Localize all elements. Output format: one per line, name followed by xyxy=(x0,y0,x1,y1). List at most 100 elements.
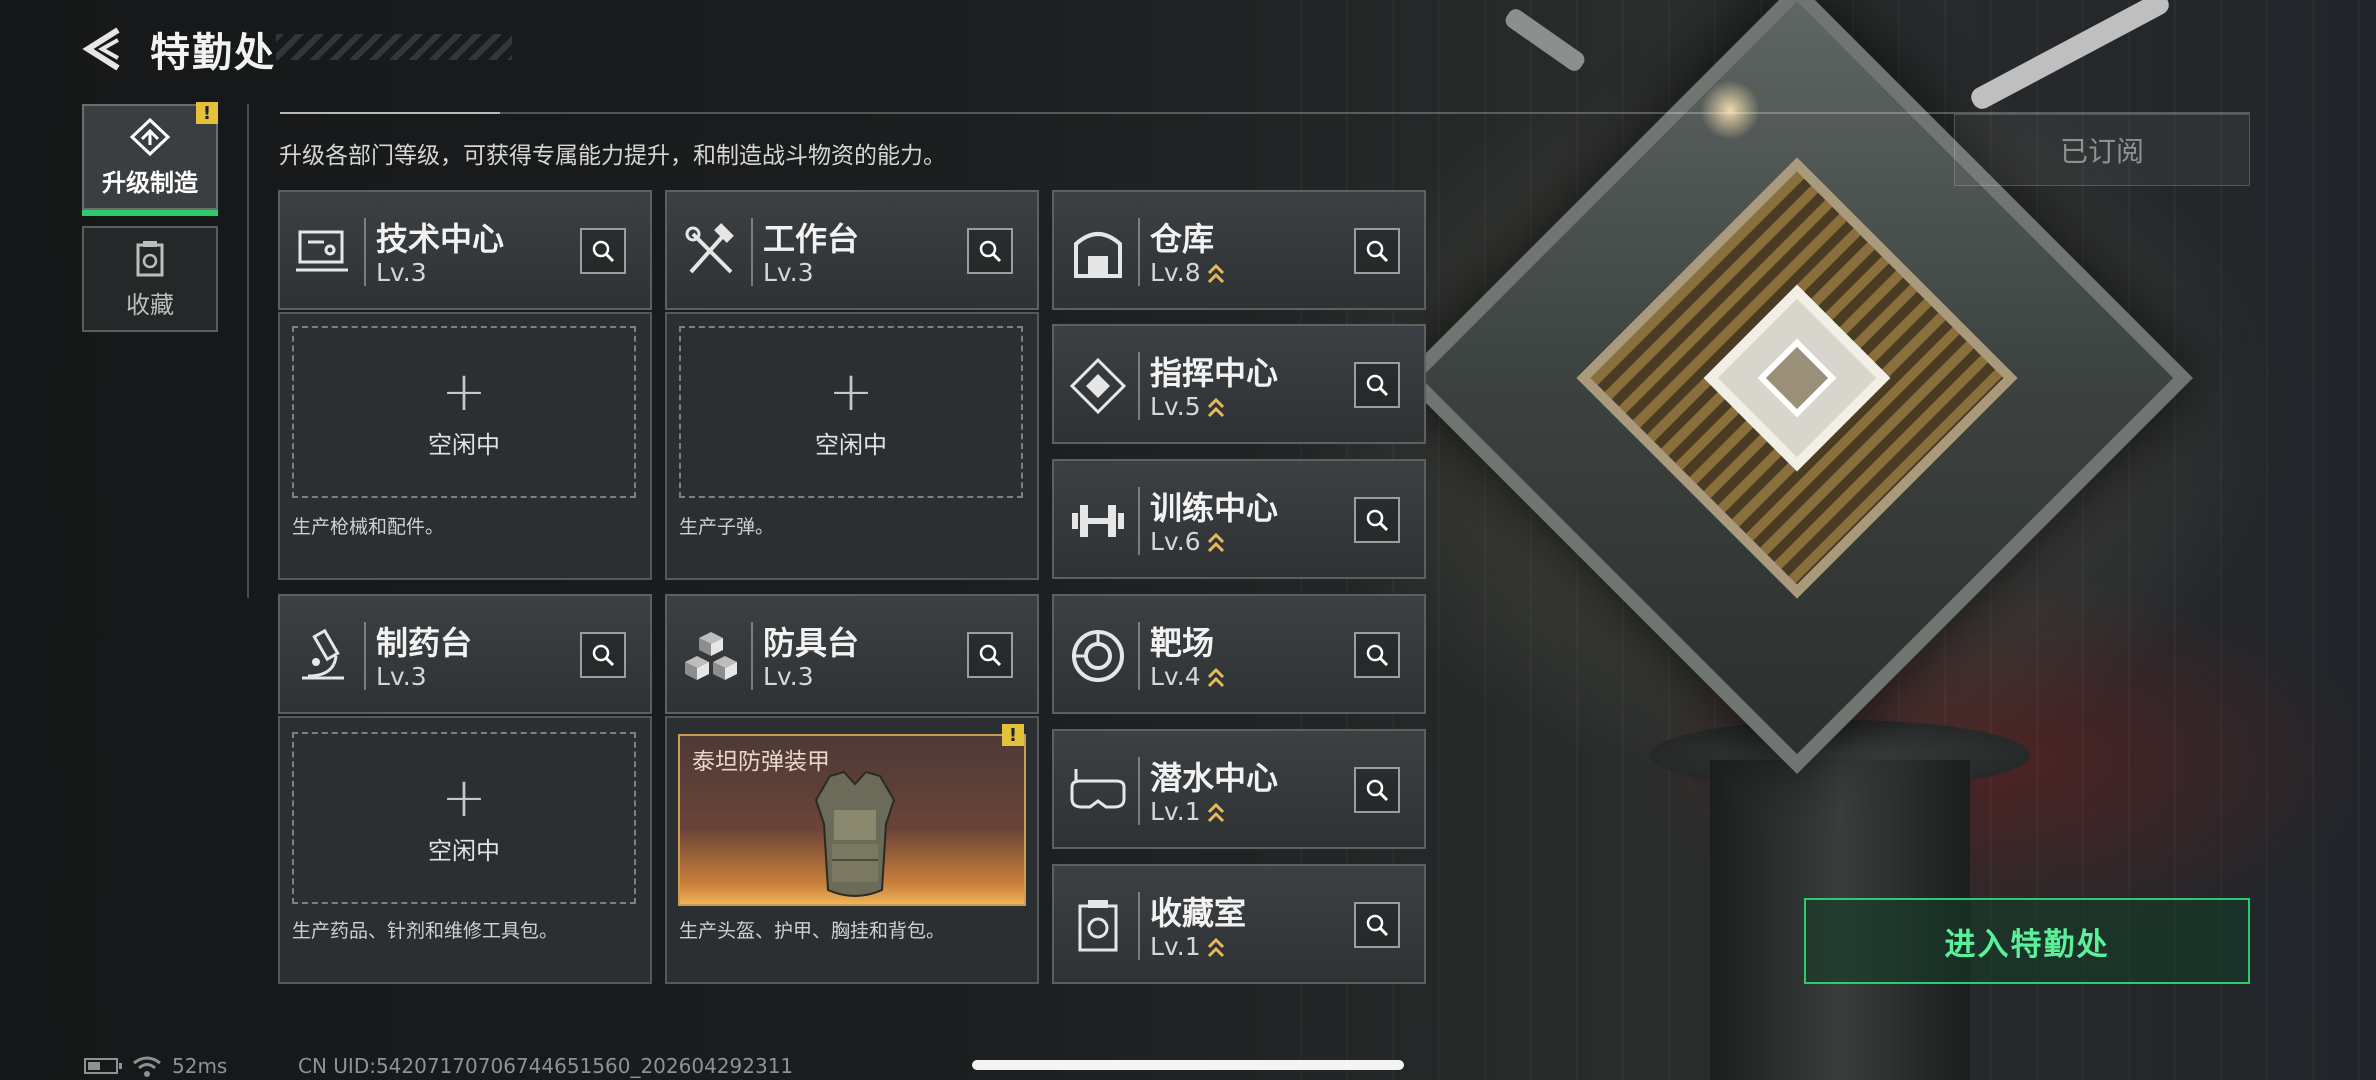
inspect-button[interactable] xyxy=(1354,362,1400,408)
inspect-button[interactable] xyxy=(580,632,626,678)
search-icon xyxy=(979,240,1002,263)
facility-name: 仓库 xyxy=(1150,220,1215,258)
production-slot-empty[interactable]: + 空闲中 xyxy=(679,326,1023,498)
facility-card-shooting-range[interactable]: 靶场 Lv.4 xyxy=(1052,594,1426,714)
facility-level: Lv.3 xyxy=(376,258,427,287)
collection-room-icon xyxy=(1078,900,1118,952)
upgrade-available-icon xyxy=(1207,532,1224,553)
facility-level-row: Lv.5 xyxy=(1150,392,1225,421)
inspect-button[interactable] xyxy=(1354,228,1400,274)
facility-name: 技术中心 xyxy=(376,220,505,258)
ping-value: 52ms xyxy=(172,1054,228,1078)
dumbbell-icon xyxy=(1072,505,1124,537)
slot-status: 空闲中 xyxy=(815,430,887,459)
facility-level: Lv.6 xyxy=(1150,527,1201,556)
inspect-button[interactable] xyxy=(1354,497,1400,543)
facility-level: Lv.5 xyxy=(1150,392,1201,421)
microscope-icon xyxy=(302,628,344,680)
alert-badge: ! xyxy=(196,102,218,124)
add-icon: + xyxy=(828,359,874,423)
facility-card-command-center[interactable]: 指挥中心 Lv.5 xyxy=(1052,324,1426,444)
facility-level: Lv.4 xyxy=(1150,662,1201,691)
slot-status: 空闲中 xyxy=(428,430,500,459)
tab-collection[interactable]: 收藏 xyxy=(82,226,218,332)
inspect-button[interactable] xyxy=(967,632,1013,678)
battery-icon xyxy=(84,1058,122,1074)
facility-card-training-center[interactable]: 训练中心 Lv.6 xyxy=(1052,459,1426,579)
upgrade-available-icon xyxy=(1207,802,1224,823)
facility-name: 潜水中心 xyxy=(1150,759,1279,797)
tab-label: 收藏 xyxy=(126,290,174,319)
facility-card-armor-bench[interactable]: 防具台 Lv.3 xyxy=(665,594,1039,714)
crafting-item-armor[interactable]: 泰坦防弹装甲 xyxy=(678,734,1026,906)
facility-card-workbench[interactable]: 工作台 Lv.3 xyxy=(665,190,1039,310)
vertical-divider xyxy=(247,104,249,598)
slot-status: 空闲中 xyxy=(428,836,500,865)
search-icon xyxy=(1366,509,1389,532)
production-description: 生产头盔、护甲、胸挂和背包。 xyxy=(679,920,946,942)
inspect-button[interactable] xyxy=(967,228,1013,274)
collection-icon xyxy=(136,240,164,276)
search-icon xyxy=(1366,240,1389,263)
production-slot-empty[interactable]: + 空闲中 xyxy=(292,732,636,904)
search-icon xyxy=(1366,644,1389,667)
cubes-icon xyxy=(685,632,737,680)
status-bar: 52ms xyxy=(84,1054,227,1078)
facility-card-diving-center[interactable]: 潜水中心 Lv.1 xyxy=(1052,729,1426,849)
circuit-icon xyxy=(296,230,348,272)
upgrade-icon xyxy=(129,117,171,156)
tab-label: 升级制造 xyxy=(102,168,198,197)
title-decoration xyxy=(276,34,512,60)
command-icon xyxy=(1069,357,1127,415)
facility-level: Lv.1 xyxy=(1150,797,1201,826)
upgrade-available-icon xyxy=(1207,263,1224,284)
search-icon xyxy=(1366,779,1389,802)
facility-card-collection-room[interactable]: 收藏室 Lv.1 xyxy=(1052,864,1426,984)
alert-badge: ! xyxy=(1002,724,1024,746)
production-slot-empty[interactable]: + 空闲中 xyxy=(292,326,636,498)
upgrade-available-icon xyxy=(1207,667,1224,688)
warehouse-icon xyxy=(1074,232,1122,278)
facility-level: Lv.3 xyxy=(376,662,427,691)
wifi-icon xyxy=(133,1056,161,1077)
inspect-button[interactable] xyxy=(1354,902,1400,948)
search-icon xyxy=(979,644,1002,667)
user-uid: CN UID:5420717070674465156​0_20260429231… xyxy=(298,1054,794,1078)
facility-card-pharmacy[interactable]: 制药台 Lv.3 xyxy=(278,594,652,714)
enter-special-ops-button[interactable]: 进入特勤处 xyxy=(1804,898,2250,984)
production-description: 生产子弹。 xyxy=(679,516,775,538)
target-icon xyxy=(1072,630,1124,682)
facility-name: 指挥中心 xyxy=(1150,354,1279,392)
inspect-button[interactable] xyxy=(580,228,626,274)
subscribed-button[interactable]: 已订阅 xyxy=(1954,114,2250,186)
search-icon xyxy=(592,644,615,667)
upgrade-available-icon xyxy=(1207,397,1224,418)
divider-line-highlight xyxy=(280,112,500,114)
facility-level: Lv.1 xyxy=(1150,932,1201,961)
facility-name: 靶场 xyxy=(1150,624,1215,662)
facility-level-row: Lv.1 xyxy=(1150,797,1225,826)
upgrade-available-icon xyxy=(1207,937,1224,958)
facility-name: 制药台 xyxy=(376,624,473,662)
page-description: 升级各部门等级，可获得专属能力提升，和制造战斗物资的能力。 xyxy=(279,143,946,169)
add-icon: + xyxy=(441,765,487,829)
facility-level: Lv.8 xyxy=(1150,258,1201,287)
production-description: 生产药品、针剂和维修工具包。 xyxy=(292,920,559,942)
inspect-button[interactable] xyxy=(1354,767,1400,813)
facility-level-row: Lv.8 xyxy=(1150,258,1225,287)
search-icon xyxy=(592,240,615,263)
search-icon xyxy=(1366,914,1389,937)
home-indicator[interactable] xyxy=(972,1060,1404,1070)
welding-spark xyxy=(1700,80,1760,140)
facility-level-row: Lv.1 xyxy=(1150,932,1225,961)
inspect-button[interactable] xyxy=(1354,632,1400,678)
facility-card-warehouse[interactable]: 仓库 Lv.8 xyxy=(1052,190,1426,310)
back-arrow-icon[interactable] xyxy=(78,24,128,74)
page-title: 特勤处 xyxy=(150,30,276,76)
facility-name: 工作台 xyxy=(763,220,860,258)
facility-name: 收藏室 xyxy=(1150,894,1247,932)
facility-card-tech-center[interactable]: 技术中心 Lv.3 xyxy=(278,190,652,310)
facility-level: Lv.3 xyxy=(763,662,814,691)
facility-level-row: Lv.4 xyxy=(1150,662,1225,691)
add-icon: + xyxy=(441,359,487,423)
